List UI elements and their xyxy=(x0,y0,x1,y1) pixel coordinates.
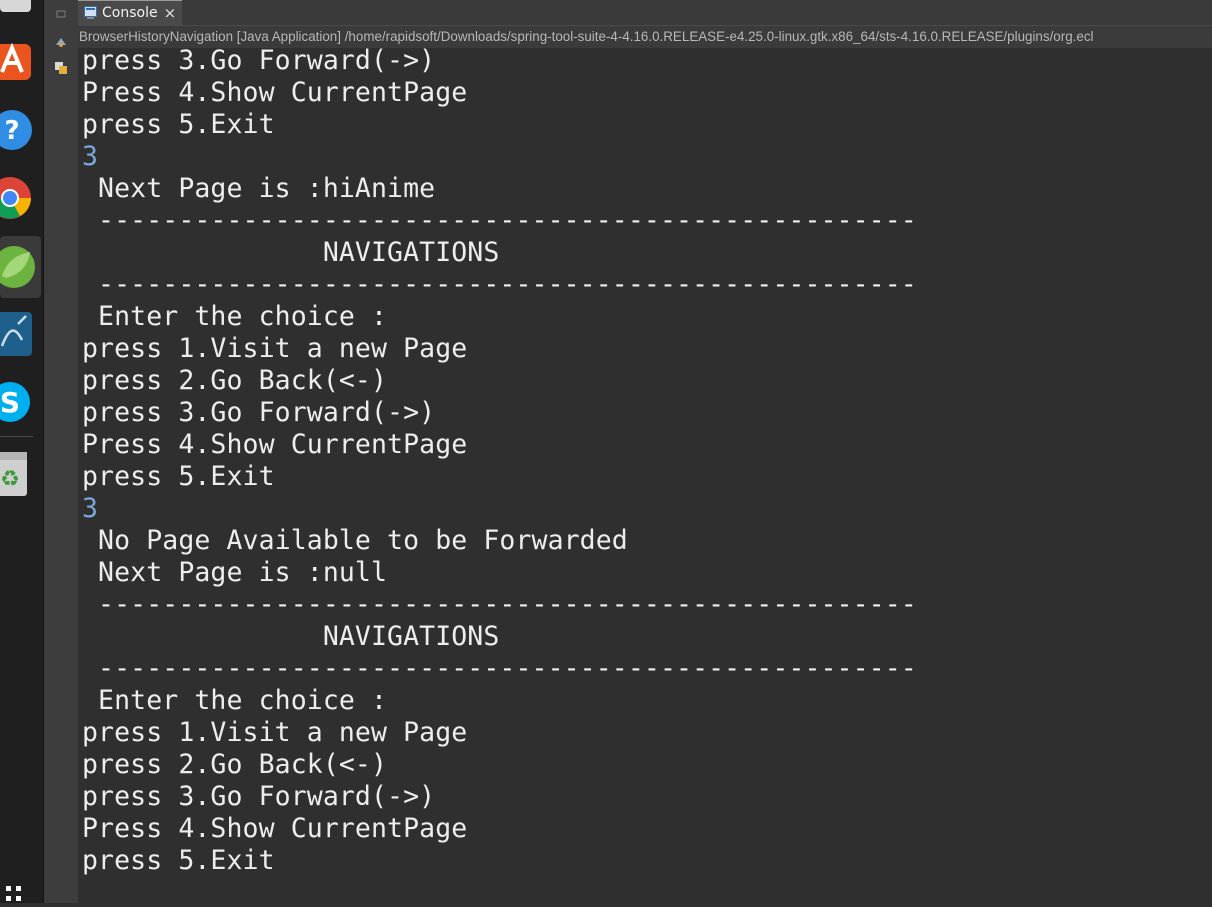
tab-console-label: Console xyxy=(102,5,158,21)
chrome-icon[interactable] xyxy=(0,176,33,220)
console-line: press 5.Exit xyxy=(82,845,275,876)
software-center-icon[interactable] xyxy=(0,40,33,84)
top-app-icon[interactable] xyxy=(0,0,33,14)
spring-tool-suite-icon[interactable] xyxy=(0,236,41,298)
console-output[interactable]: press 3.Go Forward(->) Press 4.Show Curre… xyxy=(78,48,1212,903)
tab-console[interactable]: Console × xyxy=(78,0,182,25)
view-toolstrip xyxy=(44,0,79,903)
console-line: press 1.Visit a new Page xyxy=(82,333,468,364)
console-line: Enter the choice : xyxy=(82,301,388,332)
console-line: Press 4.Show CurrentPage xyxy=(82,77,468,108)
console-line: ----------------------------------------… xyxy=(82,589,917,620)
svg-text:?: ? xyxy=(4,116,19,146)
mysql-workbench-icon[interactable] xyxy=(0,310,33,356)
console-lines: press 3.Go Forward(->) Press 4.Show Curre… xyxy=(82,48,917,877)
app-grid-icon[interactable] xyxy=(0,880,33,903)
console-line: NAVIGATIONS xyxy=(82,621,500,652)
svg-text:♻: ♻ xyxy=(0,467,20,492)
console-line: Next Page is :hiAnime xyxy=(82,173,436,204)
console-line: ----------------------------------------… xyxy=(82,205,917,236)
console-line: ----------------------------------------… xyxy=(82,269,917,300)
console-line: Press 4.Show CurrentPage xyxy=(82,429,468,460)
close-icon[interactable]: × xyxy=(164,5,177,21)
console-line: NAVIGATIONS xyxy=(82,237,500,268)
debug-view-icon[interactable] xyxy=(54,34,68,48)
console-line: Next Page is :null xyxy=(82,557,388,588)
launcher-dock: ? S ♻ xyxy=(0,0,44,903)
console-line: No Page Available to be Forwarded xyxy=(82,525,628,556)
console-line: press 1.Visit a new Page xyxy=(82,717,468,748)
console-line: press 3.Go Forward(->) xyxy=(82,397,436,428)
console-line: press 3.Go Forward(->) xyxy=(82,781,436,812)
console-line: ----------------------------------------… xyxy=(82,653,917,684)
svg-text:S: S xyxy=(0,386,20,419)
console-user-input: 3 xyxy=(82,141,99,172)
console-line: Press 4.Show CurrentPage xyxy=(82,813,468,844)
help-icon[interactable]: ? xyxy=(0,108,33,152)
process-info: BrowserHistoryNavigation [Java Applicati… xyxy=(78,26,1212,48)
console-line: press 5.Exit xyxy=(82,109,275,140)
dock-separator xyxy=(0,436,33,437)
console-line: press 5.Exit xyxy=(82,461,275,492)
console-line: press 3.Go Forward(->) xyxy=(82,48,436,76)
minimize-view-icon[interactable] xyxy=(54,6,68,20)
skype-icon[interactable]: S xyxy=(0,380,33,424)
console-user-input: 3 xyxy=(82,493,99,524)
outline-view-icon[interactable] xyxy=(54,60,68,74)
console-icon xyxy=(84,4,97,23)
view-tab-bar: Console × xyxy=(78,0,1212,26)
console-line: press 2.Go Back(<-) xyxy=(82,749,388,780)
console-line: Enter the choice : xyxy=(82,685,388,716)
console-line: press 2.Go Back(<-) xyxy=(82,365,388,396)
trash-icon[interactable]: ♻ xyxy=(0,450,33,496)
